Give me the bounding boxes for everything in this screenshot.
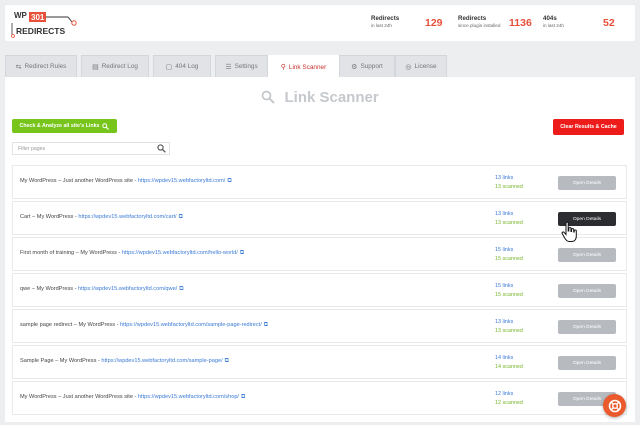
tab-settings[interactable]: ☰ Settings	[215, 55, 268, 77]
external-link-icon[interactable]: ⧉	[225, 358, 229, 364]
page-url-link[interactable]: https://wpdev15.webfactoryltd.com/shop/	[138, 394, 239, 400]
404-log-icon: ▢	[165, 63, 173, 71]
open-details-button[interactable]: Open Details	[558, 176, 616, 190]
settings-icon: ☰	[225, 63, 232, 71]
scanned-count: 14 scanned	[495, 363, 523, 370]
tab-404-log[interactable]: ▢ 404 Log	[153, 55, 211, 77]
scanned-count: 13 scanned	[495, 327, 523, 334]
link-scanner-panel: Link Scanner Check & Analyze all site's …	[5, 77, 635, 422]
help-button[interactable]	[603, 394, 626, 417]
plugin-header: WP 301 REDIRECTS Redirects in last 24h 1…	[5, 5, 635, 41]
links-count: 14 links	[495, 355, 514, 361]
open-details-button[interactable]: Open Details	[558, 356, 616, 370]
support-icon: ⚙	[351, 63, 358, 71]
license-icon: ◎	[405, 63, 412, 71]
tab-support[interactable]: ⚙ Support	[339, 55, 395, 77]
log-icon: ▤	[92, 63, 99, 71]
page-url-link[interactable]: https://wpdev15.webfactoryltd.com/sample…	[101, 358, 222, 364]
tab-redirect-log[interactable]: ▤ Redirect Log	[81, 55, 149, 77]
list-item: Sample Page – My WordPress - https://wpd…	[12, 345, 627, 379]
page-url-link[interactable]: https://wpdev15.webfactoryltd.com/sample…	[120, 322, 262, 328]
lifebuoy-icon	[608, 399, 621, 412]
filter-pages-input[interactable]: Filter pages	[12, 142, 170, 155]
search-icon	[157, 144, 166, 153]
scanned-count: 15 scanned	[495, 291, 523, 298]
tab-license[interactable]: ◎ License	[395, 55, 447, 77]
svg-text:REDIRECTS: REDIRECTS	[16, 26, 65, 36]
stat-404s-24h-value: 52	[603, 17, 615, 29]
list-item: My WordPress – Just another WordPress si…	[12, 165, 627, 199]
hand-cursor-icon	[561, 221, 577, 242]
external-link-icon[interactable]: ⧉	[240, 250, 244, 256]
search-icon: ⚲	[280, 64, 286, 71]
stat-redirects-total-value: 1136	[509, 17, 532, 29]
list-item: Cart – My WordPress - https://wpdev15.we…	[12, 201, 627, 235]
stat-redirects-24h-value: 129	[425, 17, 443, 29]
external-link-icon[interactable]: ⧉	[264, 322, 268, 328]
wp301-logo: WP 301 REDIRECTS	[11, 11, 77, 38]
list-item: My WordPress – Just another WordPress si…	[12, 381, 627, 415]
list-item: sample page redirect – My WordPress - ht…	[12, 309, 627, 343]
links-count: 13 links	[495, 175, 514, 181]
external-link-icon[interactable]: ⧉	[179, 214, 183, 220]
stat-redirects-total: Redirects since plugin installed	[458, 15, 501, 28]
tab-redirect-rules[interactable]: ⇆ Redirect Rules	[5, 55, 77, 77]
svg-text:301: 301	[31, 13, 45, 22]
scanned-count: 12 scanned	[495, 399, 523, 406]
page-url-link[interactable]: https://wpdev15.webfactoryltd.com/cart/	[78, 214, 176, 220]
search-icon	[261, 90, 276, 104]
tab-link-scanner[interactable]: ⚲ Link Scanner	[268, 55, 339, 78]
stat-redirects-24h: Redirects in last 24h	[371, 15, 400, 28]
scanned-count: 13 scanned	[495, 183, 523, 190]
stat-404s-24h: 404s in last 24h	[543, 15, 564, 28]
page-url-link[interactable]: https://wpdev15.webfactoryltd.com/qwe/	[78, 286, 177, 292]
links-count: 13 links	[495, 319, 514, 325]
open-details-button[interactable]: Open Details	[558, 320, 616, 334]
list-item: qwe – My WordPress - https://wpdev15.web…	[12, 273, 627, 307]
scanned-count: 15 scanned	[495, 255, 523, 262]
open-details-button[interactable]: Open Details	[558, 284, 616, 298]
clear-results-cache-button[interactable]: Clear Results & Cache	[553, 119, 624, 135]
external-link-icon[interactable]: ⧉	[179, 286, 183, 292]
links-count: 15 links	[495, 283, 514, 289]
external-link-icon[interactable]: ⧉	[227, 178, 231, 184]
tab-bar: ⇆ Redirect Rules ▤ Redirect Log ▢ 404 Lo…	[5, 55, 635, 78]
page-url-link[interactable]: https://wpdev15.webfactoryltd.com/	[138, 178, 225, 184]
page-title: Link Scanner	[5, 89, 635, 106]
links-count: 13 links	[495, 211, 514, 217]
svg-text:WP: WP	[14, 11, 28, 20]
open-details-button[interactable]: Open Details	[558, 248, 616, 262]
page-url-link[interactable]: https://wpdev15.webfactoryltd.com/hello-…	[122, 250, 238, 256]
redirect-icon: ⇆	[15, 63, 22, 71]
external-link-icon[interactable]: ⧉	[241, 394, 245, 400]
links-count: 12 links	[495, 391, 514, 397]
check-analyze-links-button[interactable]: Check & Analyze all site's Links	[12, 119, 117, 133]
scanned-count: 13 scanned	[495, 219, 523, 226]
list-item: First month of training – My WordPress -…	[12, 237, 627, 271]
search-icon	[102, 122, 110, 130]
links-count: 15 links	[495, 247, 514, 253]
